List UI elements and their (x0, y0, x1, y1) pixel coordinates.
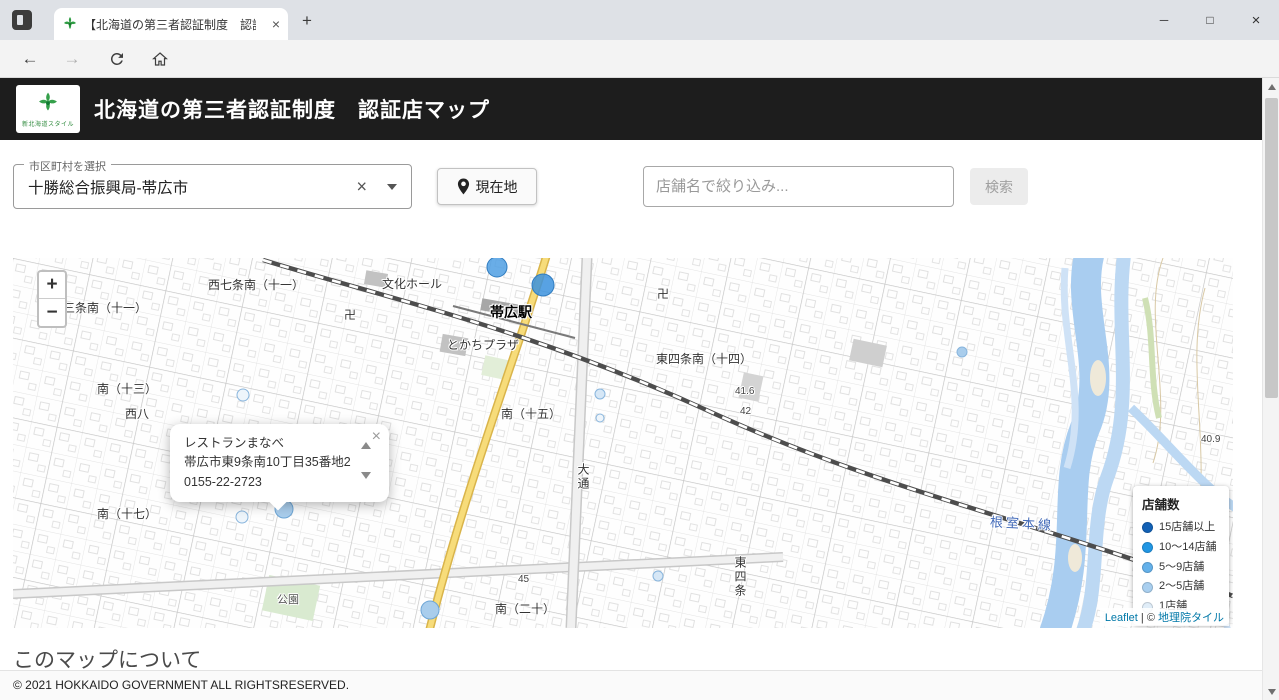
attribution-separator: | (1140, 612, 1144, 624)
store-popup: レストランまなべ 帯広市東9条南10丁目35番地2 0155-22-2723 × (170, 424, 389, 511)
legend-dot (1142, 581, 1153, 593)
legend-label: 10〜14店舗 (1159, 540, 1217, 553)
home-button[interactable] (146, 45, 174, 73)
location-pin-icon (457, 178, 469, 195)
zoom-control: + − (37, 270, 67, 328)
store-marker[interactable] (956, 346, 968, 358)
map-label-temple: 卍 (657, 287, 670, 301)
store-marker[interactable] (236, 388, 250, 402)
map-label: 東四条南（十四） (656, 352, 753, 366)
gsi-tiles-link[interactable]: 地理院タイル (1158, 612, 1224, 624)
back-button[interactable]: ← (16, 45, 44, 73)
map-label: 南（十七） (97, 507, 158, 521)
store-count-legend: 店舗数 15店舗以上 10〜14店舗 5〜9店舗 2〜5店舗 1店舗 (1133, 486, 1229, 625)
map-label-railway: 根室本線 (989, 514, 1055, 533)
scrollbar-thumb[interactable] (1265, 98, 1278, 398)
legend-row: 5〜9店舗 (1142, 558, 1220, 578)
tab-close-icon[interactable]: × (272, 17, 280, 31)
map-label: 南（十五） (501, 407, 562, 421)
window-close-button[interactable]: × (1233, 0, 1279, 40)
workspaces-icon[interactable] (12, 10, 32, 30)
map-label: 文化ホール (382, 277, 443, 291)
store-marker[interactable] (595, 413, 605, 423)
map-label-elevation: 40.9 (1201, 434, 1221, 445)
refresh-button[interactable] (103, 45, 131, 73)
store-name: レストランまなべ (184, 436, 285, 450)
legend-label: 2〜5店舗 (1159, 580, 1205, 593)
store-marker[interactable] (594, 388, 606, 400)
browser-tab[interactable]: 【北海道の第三者認証制度 認証 × (54, 8, 288, 40)
zoom-out-button[interactable]: − (39, 299, 65, 326)
map-label-station: 帯広駅 (490, 304, 532, 320)
legend-row: 15店舗以上 (1142, 518, 1220, 538)
legend-label: 5〜9店舗 (1159, 560, 1205, 573)
map-label: 南（二十） (495, 602, 556, 616)
leaflet-map[interactable]: + − 三条南（十一） 西七条南（十一） 文化ホール 帯広駅 とかちプラザ 東四… (13, 258, 1233, 628)
map-label: 三条南（十一） (63, 301, 148, 315)
new-tab-button[interactable]: + (298, 12, 316, 30)
map-label-elevation: 45 (518, 574, 530, 585)
chevron-down-icon[interactable] (387, 183, 397, 190)
legend-row: 2〜5店舗 (1142, 577, 1220, 597)
scroll-down-icon[interactable] (1263, 683, 1279, 700)
site-header: 新北海道スタイル 北海道の第三者認証制度 認証店マップ (0, 78, 1279, 140)
new-hokkaido-style-logo-icon (39, 92, 57, 110)
search-button[interactable]: 検索 (970, 168, 1028, 205)
browser-navbar: ← → https://www5.newhokkaido-style.info/… (0, 40, 1279, 113)
scroll-up-icon[interactable] (1263, 78, 1279, 95)
city-select-value: 十勝総合振興局-帯広市 (28, 179, 189, 197)
map-label: 大通 (576, 463, 590, 491)
map-label: 南（十三） (97, 382, 158, 396)
tab-title: 【北海道の第三者認証制度 認証 (84, 17, 256, 32)
footer: © 2021 HOKKAIDO GOVERNMENT ALL RIGHTSRES… (0, 670, 1279, 700)
store-phone: 0155-22-2723 (184, 474, 262, 489)
window-minimize-button[interactable]: ─ (1141, 0, 1187, 40)
legend-row: 10〜14店舗 (1142, 538, 1220, 558)
logo-caption: 新北海道スタイル (21, 121, 74, 128)
store-filter-input[interactable] (643, 166, 954, 207)
current-location-label: 現在地 (475, 178, 518, 195)
site-logo: 新北海道スタイル (16, 85, 80, 133)
clear-selection-icon[interactable]: × (356, 176, 367, 197)
map-label: 公園 (277, 594, 299, 606)
browser-window: 【北海道の第三者認証制度 認証 × + ─ □ × ← → https://ww… (0, 0, 1279, 700)
vertical-scrollbar[interactable] (1262, 78, 1279, 700)
page-title: 北海道の第三者認証制度 認証店マップ (94, 99, 490, 122)
forward-button: → (63, 49, 81, 68)
legend-dot (1142, 522, 1153, 534)
window-maximize-button[interactable]: □ (1187, 0, 1233, 40)
legend-dot (1142, 542, 1153, 554)
store-marker[interactable] (531, 273, 555, 297)
map-label: 東四条 (733, 556, 747, 598)
legend-title: 店舗数 (1142, 498, 1180, 512)
zoom-in-button[interactable]: + (39, 272, 65, 299)
map-label: 西八 (125, 407, 150, 421)
store-marker[interactable] (420, 600, 440, 620)
city-select-label: 市区町村を選択 (24, 158, 111, 174)
map-attribution: Leaflet | © 地理院タイル (1099, 608, 1229, 626)
map-label-temple: 卍 (344, 308, 357, 322)
popup-scroll-up-icon[interactable] (361, 442, 371, 449)
store-marker[interactable] (235, 510, 249, 524)
store-address: 帯広市東9条南10丁目35番地2 (184, 455, 351, 470)
attribution-copyright: © (1146, 612, 1155, 624)
map-label-elevation: 41.6 (735, 386, 755, 397)
current-location-button[interactable]: 現在地 (437, 168, 537, 205)
store-marker[interactable] (486, 258, 508, 278)
map-label-elevation: 42 (740, 406, 752, 417)
site-favicon-icon (62, 16, 78, 32)
store-marker[interactable] (652, 570, 664, 582)
tab-strip: 【北海道の第三者認証制度 認証 × + ─ □ × (0, 0, 1279, 40)
popup-close-icon[interactable]: × (372, 428, 381, 446)
legend-label: 15店舗以上 (1159, 521, 1216, 533)
popup-scroll-down-icon[interactable] (361, 472, 371, 479)
city-select[interactable]: 市区町村を選択 十勝総合振興局-帯広市 × (13, 158, 412, 209)
map-label: とかちプラザ (447, 338, 520, 352)
legend-dot (1142, 561, 1153, 573)
map-label: 西七条南（十一） (208, 278, 305, 292)
leaflet-link[interactable]: Leaflet (1105, 612, 1138, 624)
